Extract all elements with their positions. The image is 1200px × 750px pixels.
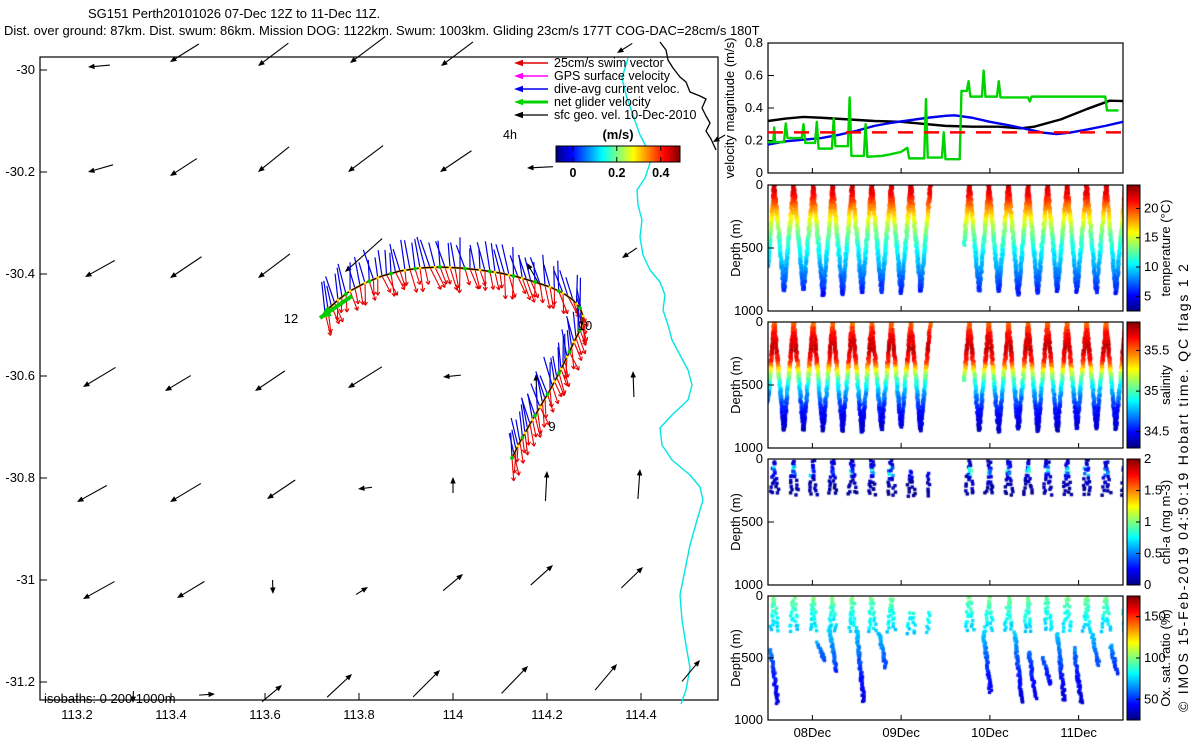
tick-label: 34.5 <box>1144 424 1169 439</box>
tick-label: -30.8 <box>5 470 35 485</box>
legend-item-label: 25cm/s swim vector <box>554 56 664 70</box>
tick-label: 0.2 <box>608 166 625 180</box>
tick-label: 0 <box>756 314 763 329</box>
colorbar-label-ox: Ox. sat. ratio (%) <box>1158 609 1173 707</box>
attribution: © IMOS 15-Feb-2019 04:50:19 Hobart time.… <box>1175 262 1191 712</box>
tick-label: 0 <box>756 177 763 192</box>
legend-item-label: dive-avg current veloc. <box>554 82 680 96</box>
depth-ylabel: Depth (m) <box>728 219 743 277</box>
legend-duration: 4h <box>503 128 517 142</box>
tick-label: 50 <box>1144 691 1158 706</box>
colorbar-ox: 50100150Ox. sat. ratio (%) <box>1127 596 1173 720</box>
tick-label: 0.2 <box>745 133 763 148</box>
tick-label: 113.4 <box>155 707 187 722</box>
depth-panel-chl: 05001000Depth (m) <box>728 451 1123 592</box>
coastline <box>660 42 716 150</box>
figure-canvas: 113.2 113.4 113.6 113.8 114 114.2 114.4 -30 -30.… <box>0 0 1200 750</box>
map-legend: 25cm/s swim vectorGPS surface velocitydi… <box>503 56 696 180</box>
tick-label: 0 <box>756 451 763 466</box>
legend-colorbar-title: (m/s) <box>602 127 633 142</box>
tick-label: 500 <box>741 514 763 529</box>
isobath-note: isobaths: 0 200 1000m <box>44 691 176 706</box>
colorbar-temp: 5 10 15 20temperature (°C) <box>1127 185 1173 311</box>
time-axis-labels: 08Dec 09Dec 10Dec 11Dec <box>794 725 1098 740</box>
dive-label: 12 <box>284 311 298 326</box>
isobath-note: isobaths: 0 200 1000m <box>44 691 176 706</box>
tick-label: -30.4 <box>5 266 35 281</box>
tick-label: 0 <box>756 588 763 603</box>
tick-label: -31 <box>16 572 35 587</box>
velocity-panel: 00.20.40.60.8velocity magnitude (m/s) <box>722 35 1123 180</box>
figure-subtitle: Dist. over ground: 87km. Dist. swum: 86k… <box>4 23 760 38</box>
series-dive-avg-current-veloc- <box>768 115 1123 144</box>
colorbar-label-chl: chl-a (mg m-3) <box>1158 480 1173 565</box>
tick-label: 114 <box>443 707 464 722</box>
date-tick-label: 10Dec <box>971 725 1009 740</box>
colorbar-sal: 34.5 35 35.5 salinity <box>1127 322 1173 448</box>
colorbar-chl: 00.511.52chl-a (mg m-3) <box>1127 451 1173 592</box>
tick-label: -31.2 <box>5 674 35 689</box>
tick-label: 35.5 <box>1144 342 1169 357</box>
tick-label: 0 <box>570 166 577 180</box>
tick-label: 0.4 <box>745 100 763 115</box>
tick-label: 15 <box>1144 230 1158 245</box>
tick-label: 113.2 <box>61 707 93 722</box>
figure-title: SG151 Perth20101026 07-Dec 12Z to 11-Dec… <box>88 6 380 21</box>
tick-label: 114.2 <box>531 707 563 722</box>
tick-label: 2 <box>1144 451 1151 466</box>
tick-label: 10 <box>1144 259 1158 274</box>
tick-label: -30.6 <box>5 368 35 383</box>
legend-item-label: net glider velocity <box>554 95 651 109</box>
date-tick-label: 08Dec <box>794 725 832 740</box>
tick-label: 113.8 <box>343 707 375 722</box>
tick-label: 1 <box>1144 514 1151 529</box>
tick-label: 114.4 <box>625 707 657 722</box>
date-tick-label: 11Dec <box>1060 725 1097 740</box>
colorbar-label-sal: salinity <box>1158 365 1173 405</box>
colorbar-label-temp: temperature (°C) <box>1158 200 1173 297</box>
dive-label: 9 <box>548 419 555 434</box>
tick-label: -30.2 <box>5 164 35 179</box>
tick-label: 1000 <box>734 712 763 727</box>
depth-ylabel: Depth (m) <box>728 356 743 414</box>
velocity-ylabel: velocity magnitude (m/s) <box>722 38 737 179</box>
depth-panel-ox: 0 500 1000 Depth (m) <box>728 588 1123 727</box>
tick-label: 35 <box>1144 383 1158 398</box>
tick-label: 500 <box>741 650 763 665</box>
tick-label: 0.4 <box>652 166 669 180</box>
figure-root: SG151 Perth20101026 07-Dec 12Z to 11-Dec… <box>0 0 1200 750</box>
tick-label: -30 <box>16 62 35 77</box>
dive-label: 10 <box>578 318 592 333</box>
depth-panel-sal: 05001000Depth (m) <box>728 314 1123 455</box>
glider-track <box>320 237 588 481</box>
tick-label: 500 <box>741 377 763 392</box>
date-tick-label: 09Dec <box>882 725 920 740</box>
tick-label: 500 <box>741 240 763 255</box>
tick-label: 113.6 <box>249 707 281 722</box>
depth-ylabel: Depth (m) <box>728 629 743 687</box>
tick-label: 20 <box>1144 200 1158 215</box>
tick-label: 5 <box>1144 288 1151 303</box>
legend-item-label: sfc geo. vel. 10-Dec-2010 <box>554 108 696 122</box>
attribution-text: © IMOS 15-Feb-2019 04:50:19 Hobart time.… <box>1175 262 1191 712</box>
legend-item-label: GPS surface velocity <box>554 69 671 83</box>
depth-ylabel: Depth (m) <box>728 493 743 551</box>
depth-panel-temp: 05001000Depth (m) <box>728 177 1123 318</box>
series-sfc-geo-vel- <box>768 101 1123 129</box>
tick-label: 0 <box>1144 577 1151 592</box>
tick-label: 0.6 <box>745 68 763 83</box>
